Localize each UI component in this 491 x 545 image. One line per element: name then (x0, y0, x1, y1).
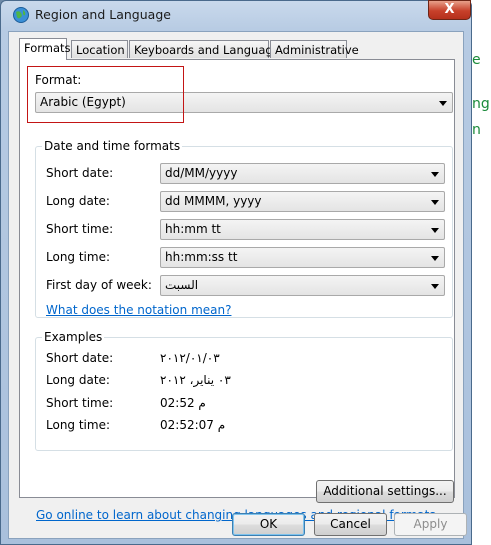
format-highlight-annotation (27, 66, 184, 123)
example-long-time-value: 02:52:07 م (160, 418, 226, 432)
window-title: Region and Language (35, 7, 171, 22)
date-time-formats-group: Date and time formats Short date: dd/MM/… (35, 139, 453, 318)
example-long-date-value: ٠٣ يناير، ٢٠١٢ (160, 373, 231, 387)
long-time-value: hh:mm:ss tt (165, 250, 238, 264)
long-time-select[interactable]: hh:mm:ss tt (160, 247, 445, 268)
short-time-select[interactable]: hh:mm tt (160, 219, 445, 240)
chevron-down-icon (431, 256, 439, 261)
tab-location[interactable]: Location (71, 40, 128, 58)
apply-button[interactable]: Apply (394, 513, 467, 536)
example-long-date-label: Long date: (46, 373, 110, 387)
region-language-dialog: Region and Language X Formats Location K… (0, 0, 472, 545)
first-day-of-week-value: السبت (165, 278, 199, 292)
tab-formats[interactable]: Formats (19, 38, 71, 60)
short-time-value: hh:mm tt (165, 222, 221, 236)
background-text: ng (472, 96, 490, 112)
long-date-select[interactable]: dd MMMM, yyyy (160, 191, 445, 212)
date-time-formats-title: Date and time formats (42, 139, 183, 153)
background-window: e ng n (470, 0, 491, 545)
short-time-label: Short time: (46, 222, 114, 236)
tab-administrative[interactable]: Administrative (270, 40, 359, 58)
background-text: e (472, 52, 481, 68)
short-date-select[interactable]: dd/MM/yyyy (160, 163, 445, 184)
long-date-label: Long date: (46, 194, 110, 208)
example-short-date-value: ٢٠١٢/٠١/٠٣ (160, 351, 220, 365)
background-text: n (472, 122, 481, 138)
examples-title: Examples (42, 330, 105, 344)
notation-help-link[interactable]: What does the notation mean? (46, 303, 231, 317)
ok-button[interactable]: OK (232, 513, 305, 536)
chevron-down-icon (439, 101, 447, 106)
chevron-down-icon (431, 284, 439, 289)
short-date-value: dd/MM/yyyy (165, 166, 238, 180)
globe-icon (13, 7, 29, 23)
cancel-button[interactable]: Cancel (314, 513, 387, 536)
close-icon: X (444, 2, 455, 17)
long-time-label: Long time: (46, 250, 111, 264)
chevron-down-icon (431, 200, 439, 205)
example-long-time-label: Long time: (46, 418, 111, 432)
close-button[interactable]: X (428, 0, 471, 20)
additional-settings-button[interactable]: Additional settings... (316, 480, 454, 503)
example-short-date-label: Short date: (46, 351, 114, 365)
long-date-value: dd MMMM, yyyy (165, 194, 262, 208)
first-day-of-week-select[interactable]: السبت (160, 275, 445, 296)
formats-panel: Format: Arabic (Egypt) Date and time for… (19, 59, 455, 522)
examples-group: Examples Short date: ٢٠١٢/٠١/٠٣ Long dat… (35, 330, 453, 451)
example-short-time-label: Short time: (46, 396, 114, 410)
example-short-time-value: 02:52 م (160, 396, 206, 410)
tab-keyboards-and-languages[interactable]: Keyboards and Languages (129, 40, 286, 58)
short-date-label: Short date: (46, 166, 114, 180)
first-day-of-week-label: First day of week: (46, 278, 152, 292)
chevron-down-icon (431, 228, 439, 233)
title-bar[interactable]: Region and Language X (1, 0, 471, 31)
chevron-down-icon (431, 172, 439, 177)
